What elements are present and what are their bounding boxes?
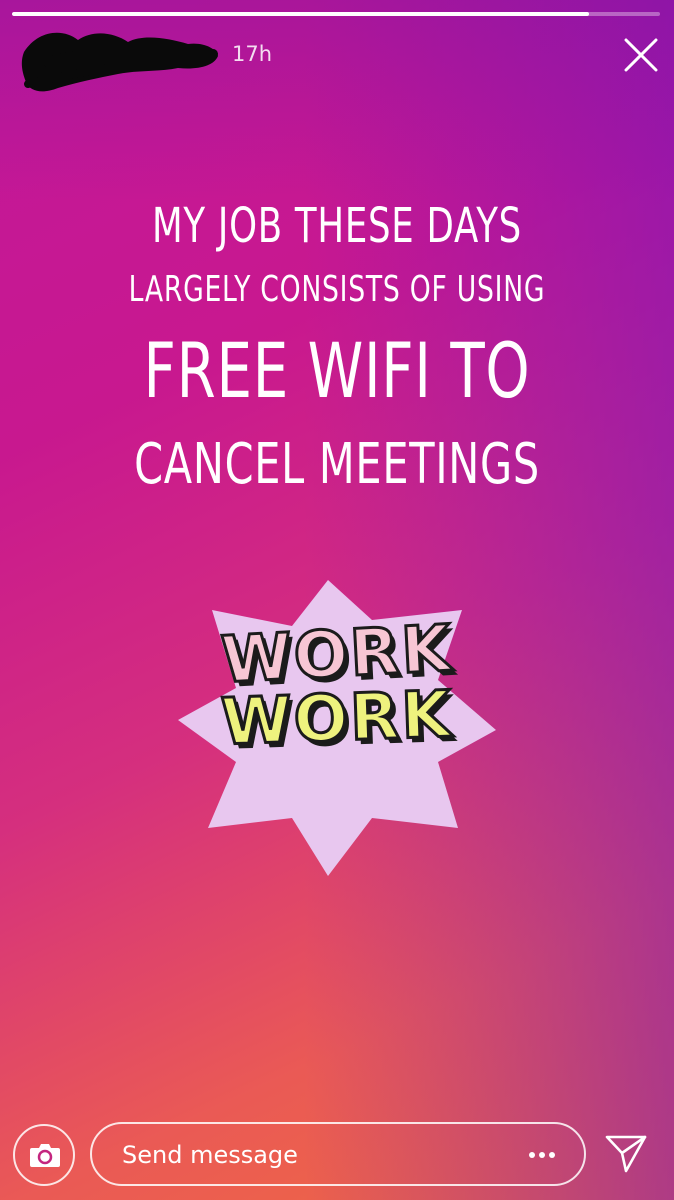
camera-button[interactable] [13,1124,75,1186]
paper-plane-icon [605,1135,647,1173]
send-button[interactable] [604,1133,648,1175]
close-icon [624,38,658,72]
story-text-line-4: CANCEL MEETINGS [134,432,540,497]
story-progress-bar [12,12,660,16]
sticker-word-2: WORK [218,676,455,761]
more-options-button[interactable] [522,1140,562,1170]
story-text-line-1: MY JOB THESE DAYS [152,198,522,254]
send-message-placeholder: Send message [122,1141,298,1169]
redacted-username-scribble[interactable] [18,22,223,100]
story-text-line-2: LARGELY CONSISTS OF USING [128,269,546,310]
story-text-line-3: FREE WIFI TO [143,326,531,415]
more-dots-icon [529,1152,555,1158]
close-button[interactable] [622,36,660,74]
story-progress-fill [12,12,589,16]
send-message-input[interactable]: Send message [90,1122,586,1186]
work-work-sticker[interactable]: WORK WORK [176,580,498,878]
camera-icon [30,1144,60,1167]
story-time-ago: 17h [232,42,273,66]
